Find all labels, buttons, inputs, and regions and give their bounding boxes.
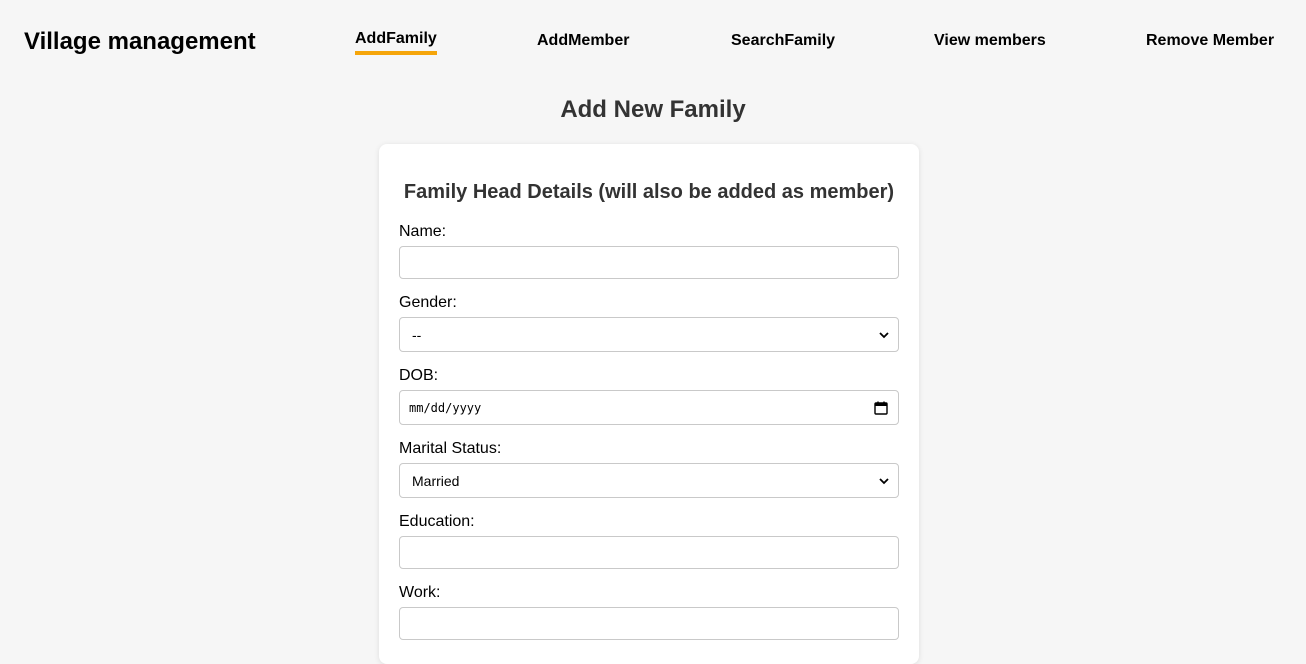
gender-select[interactable]: -- [399, 317, 899, 352]
page-title: Add New Family [560, 96, 746, 123]
dob-label: DOB: [399, 367, 439, 384]
family-form-card: Family Head Details (will also be added … [379, 144, 919, 664]
chevron-down-icon [879, 332, 889, 339]
marital-status-selected-value: Married [412, 473, 460, 489]
name-input[interactable] [399, 246, 899, 279]
marital-status-select[interactable]: Married [399, 463, 899, 498]
section-heading: Family Head Details (will also be added … [403, 181, 895, 203]
nav-add-member[interactable]: AddMember [537, 31, 629, 51]
nav-search-family[interactable]: SearchFamily [731, 31, 835, 51]
chevron-down-icon [879, 478, 889, 485]
marital-status-label: Marital Status: [399, 440, 502, 457]
work-label: Work: [399, 584, 441, 601]
top-navbar: Village management AddFamily AddMember S… [0, 0, 1306, 82]
brand-title: Village management [24, 28, 256, 55]
dob-placeholder: mm/dd/yyyy [409, 401, 482, 415]
education-input[interactable] [399, 536, 899, 569]
name-label: Name: [399, 223, 447, 240]
nav-add-family[interactable]: AddFamily [355, 29, 437, 55]
gender-label: Gender: [399, 294, 457, 311]
calendar-icon[interactable] [874, 401, 888, 415]
nav-view-members[interactable]: View members [934, 31, 1046, 51]
nav-remove-member[interactable]: Remove Member [1146, 31, 1274, 51]
dob-input[interactable]: mm/dd/yyyy [399, 390, 899, 425]
work-input[interactable] [399, 607, 899, 640]
education-label: Education: [399, 513, 475, 530]
gender-selected-value: -- [412, 327, 422, 343]
